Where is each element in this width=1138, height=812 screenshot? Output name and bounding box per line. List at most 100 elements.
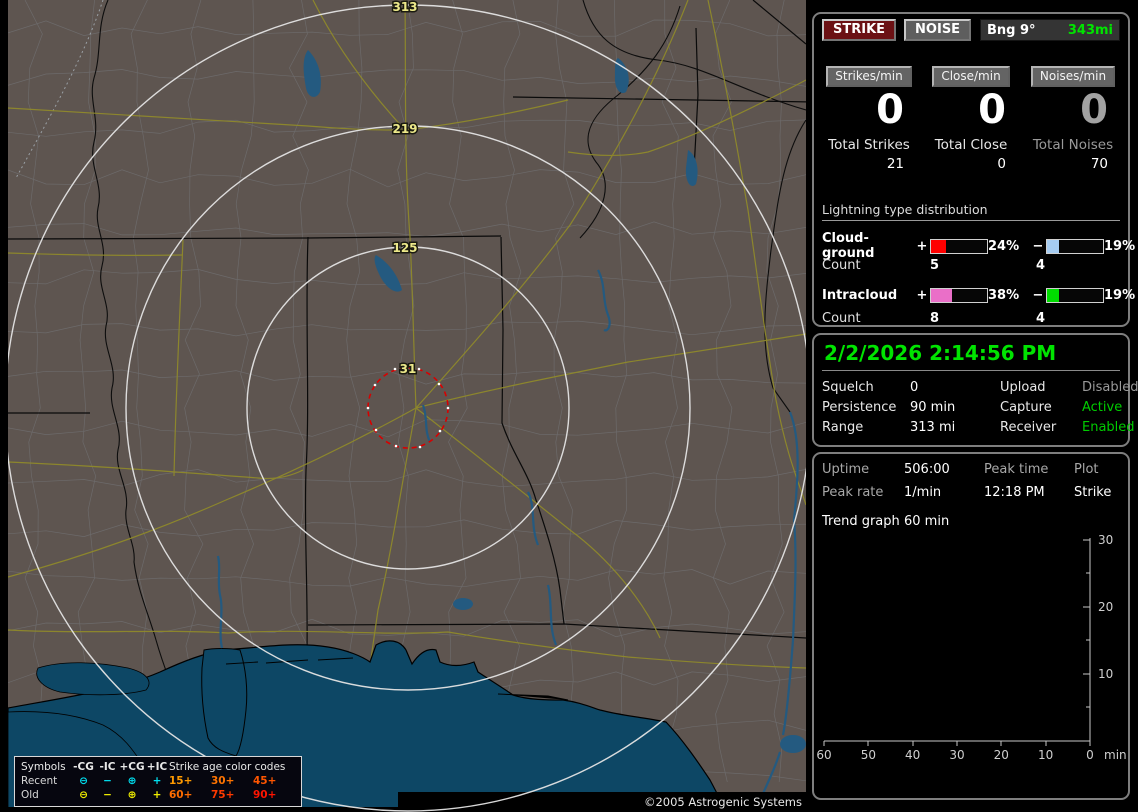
count-label: Count xyxy=(822,258,861,273)
cg-minus-pct: 19% xyxy=(1104,238,1136,254)
uptime-value: 506:00 xyxy=(904,462,950,477)
pos-cg-old-icon: ⊕ xyxy=(127,789,137,801)
ic-plus-bar-fill xyxy=(931,289,953,302)
age-90: 90+ xyxy=(253,789,277,801)
cg-plus-count: 5 xyxy=(930,258,940,273)
lightning-distribution: Lightning type distribution Cloud-ground… xyxy=(822,202,1135,330)
total-close-label: Total Close xyxy=(934,137,1008,153)
plot-mode-value: Strike xyxy=(1074,485,1112,500)
legend-col-pos-ic: +IC xyxy=(146,761,168,773)
plot-label: Plot xyxy=(1074,462,1099,477)
strikes-per-min-value: 0 xyxy=(876,87,904,133)
ring-label-313: 313 xyxy=(392,0,417,14)
strike-toggle-button[interactable]: STRIKE xyxy=(822,19,897,41)
y-tick-label: 20 xyxy=(1098,600,1114,614)
ic-minus-count: 4 xyxy=(1036,311,1046,326)
pos-ic-old-icon: + xyxy=(152,789,162,801)
ring-label-219: 219 xyxy=(392,122,417,136)
intracloud-label: Intracloud xyxy=(822,288,898,303)
close-counter: Close/min 0 Total Close 0 xyxy=(924,66,1018,172)
cg-plus-pct: 24% xyxy=(988,238,1020,254)
pos-cg-recent-icon: ⊕ xyxy=(127,775,137,787)
age-75: 75+ xyxy=(211,789,235,801)
total-noises-label: Total Noises xyxy=(1032,137,1114,153)
range-row: Range 313 mi Receiver Enabled xyxy=(822,420,1135,440)
bearing-range-value: 343mi xyxy=(1067,22,1113,38)
bearing-range-display: Bng 9° 343mi xyxy=(980,19,1120,41)
map-legend: Symbols -CG -IC +CG +IC Strike age color… xyxy=(14,756,302,807)
strikes-per-min-button[interactable]: Strikes/min xyxy=(826,66,912,87)
copyright-text: ©2005 Astrogenic Systems xyxy=(644,795,802,809)
y-tick-label: 10 xyxy=(1098,667,1114,681)
neg-ic-recent-icon: − xyxy=(103,775,112,787)
ring-label-125: 125 xyxy=(392,241,417,255)
bearing-label: Bng 9° xyxy=(987,22,1036,38)
plus-sign: + xyxy=(916,288,928,303)
uptime-label: Uptime xyxy=(822,462,870,477)
app-window: { "map": { "ring_labels": ["313", "219",… xyxy=(0,0,1138,812)
strikes-counter: Strikes/min 0 Total Strikes 21 xyxy=(822,66,916,172)
legend-row-old: Old xyxy=(21,789,39,801)
total-strikes-value: 21 xyxy=(886,156,904,172)
close-per-min-button[interactable]: Close/min xyxy=(932,66,1010,87)
y-tick-label: 30 xyxy=(1098,533,1114,547)
ic-plus-count: 8 xyxy=(930,311,940,326)
x-tick-label: 50 xyxy=(860,748,876,762)
persistence-row: Persistence 90 min Capture Active xyxy=(822,400,1122,420)
noises-per-min-value: 0 xyxy=(1080,87,1108,133)
intracloud-row: Intracloud + 38% − 19% xyxy=(822,284,1135,307)
noises-counter: Noises/min 0 Total Noises 70 xyxy=(1026,66,1120,172)
total-close-value: 0 xyxy=(997,156,1006,172)
persistence-label: Persistence xyxy=(822,400,897,415)
noise-toggle-button[interactable]: NOISE xyxy=(904,19,972,41)
age-30: 30+ xyxy=(211,775,235,787)
status-panel: 2/2/2026 2:14:56 PM Squelch 0 Upload Dis… xyxy=(812,333,1138,447)
strike-counters-panel: STRIKE NOISE Bng 9° 343mi Strikes/min 0 … xyxy=(812,12,1135,330)
neg-cg-old-icon: ⊖ xyxy=(79,789,88,801)
x-tick-label: 30 xyxy=(949,748,965,762)
squelch-row: Squelch 0 Upload Disabled xyxy=(822,380,1138,400)
legend-col-pos-cg: +CG xyxy=(119,761,145,773)
datetime-display: 2/2/2026 2:14:56 PM xyxy=(824,341,1057,365)
trend-graph-label: Trend graph xyxy=(822,514,900,529)
x-tick-label: 40 xyxy=(905,748,921,762)
squelch-value: 0 xyxy=(910,380,919,395)
plus-sign: + xyxy=(916,238,928,254)
minus-sign: − xyxy=(1032,238,1044,254)
x-tick-label: 20 xyxy=(993,748,1009,762)
map-area[interactable]: 313 219 125 31 ©2005 Astrogenic Systems … xyxy=(8,0,806,812)
trend-graph-row: Trend graph 60 min xyxy=(822,514,1120,534)
noises-per-min-button[interactable]: Noises/min xyxy=(1030,66,1116,87)
peak-rate-row: Peak rate 1/min 12:18 PM Strike xyxy=(822,485,1120,508)
x-tick-label: 10 xyxy=(1038,748,1054,762)
divider xyxy=(822,370,1120,371)
trend-graph-axes xyxy=(823,538,1091,746)
lightning-map[interactable]: 313 219 125 31 ©2005 Astrogenic Systems xyxy=(8,0,806,812)
ring-label-31: 31 xyxy=(400,362,417,376)
intracloud-count-row: Count 8 4 xyxy=(822,307,1120,330)
x-axis-unit: min xyxy=(1104,748,1127,762)
ic-plus-bar xyxy=(930,288,988,303)
cg-minus-count: 4 xyxy=(1036,258,1046,273)
minus-sign: − xyxy=(1032,288,1044,303)
cg-minus-bar-fill xyxy=(1047,239,1059,253)
age-60: 60+ xyxy=(169,789,193,801)
trend-graph: 30 20 10 60 50 40 30 20 10 0 min xyxy=(816,533,1126,766)
count-label: Count xyxy=(822,311,861,326)
peak-time-value: 12:18 PM xyxy=(984,485,1045,500)
age-45: 45+ xyxy=(253,775,277,787)
uptime-row: Uptime 506:00 Peak time Plot xyxy=(822,462,1120,485)
ic-plus-pct: 38% xyxy=(988,288,1020,303)
receiver-label: Receiver xyxy=(1000,420,1057,435)
receiver-status: Enabled xyxy=(1082,420,1135,435)
legend-age-header: Strike age color codes xyxy=(169,761,286,773)
cloud-ground-label: Cloud-ground xyxy=(822,231,875,261)
cg-plus-bar xyxy=(930,238,988,254)
persistence-value: 90 min xyxy=(910,400,956,415)
neg-cg-recent-icon: ⊖ xyxy=(79,775,88,787)
ic-minus-bar xyxy=(1046,288,1104,303)
trend-panel: Uptime 506:00 Peak time Plot Peak rate 1… xyxy=(812,452,1130,800)
pos-ic-recent-icon: + xyxy=(152,775,162,787)
legend-col-neg-ic: -IC xyxy=(99,761,116,773)
peak-rate-value: 1/min xyxy=(904,485,942,500)
